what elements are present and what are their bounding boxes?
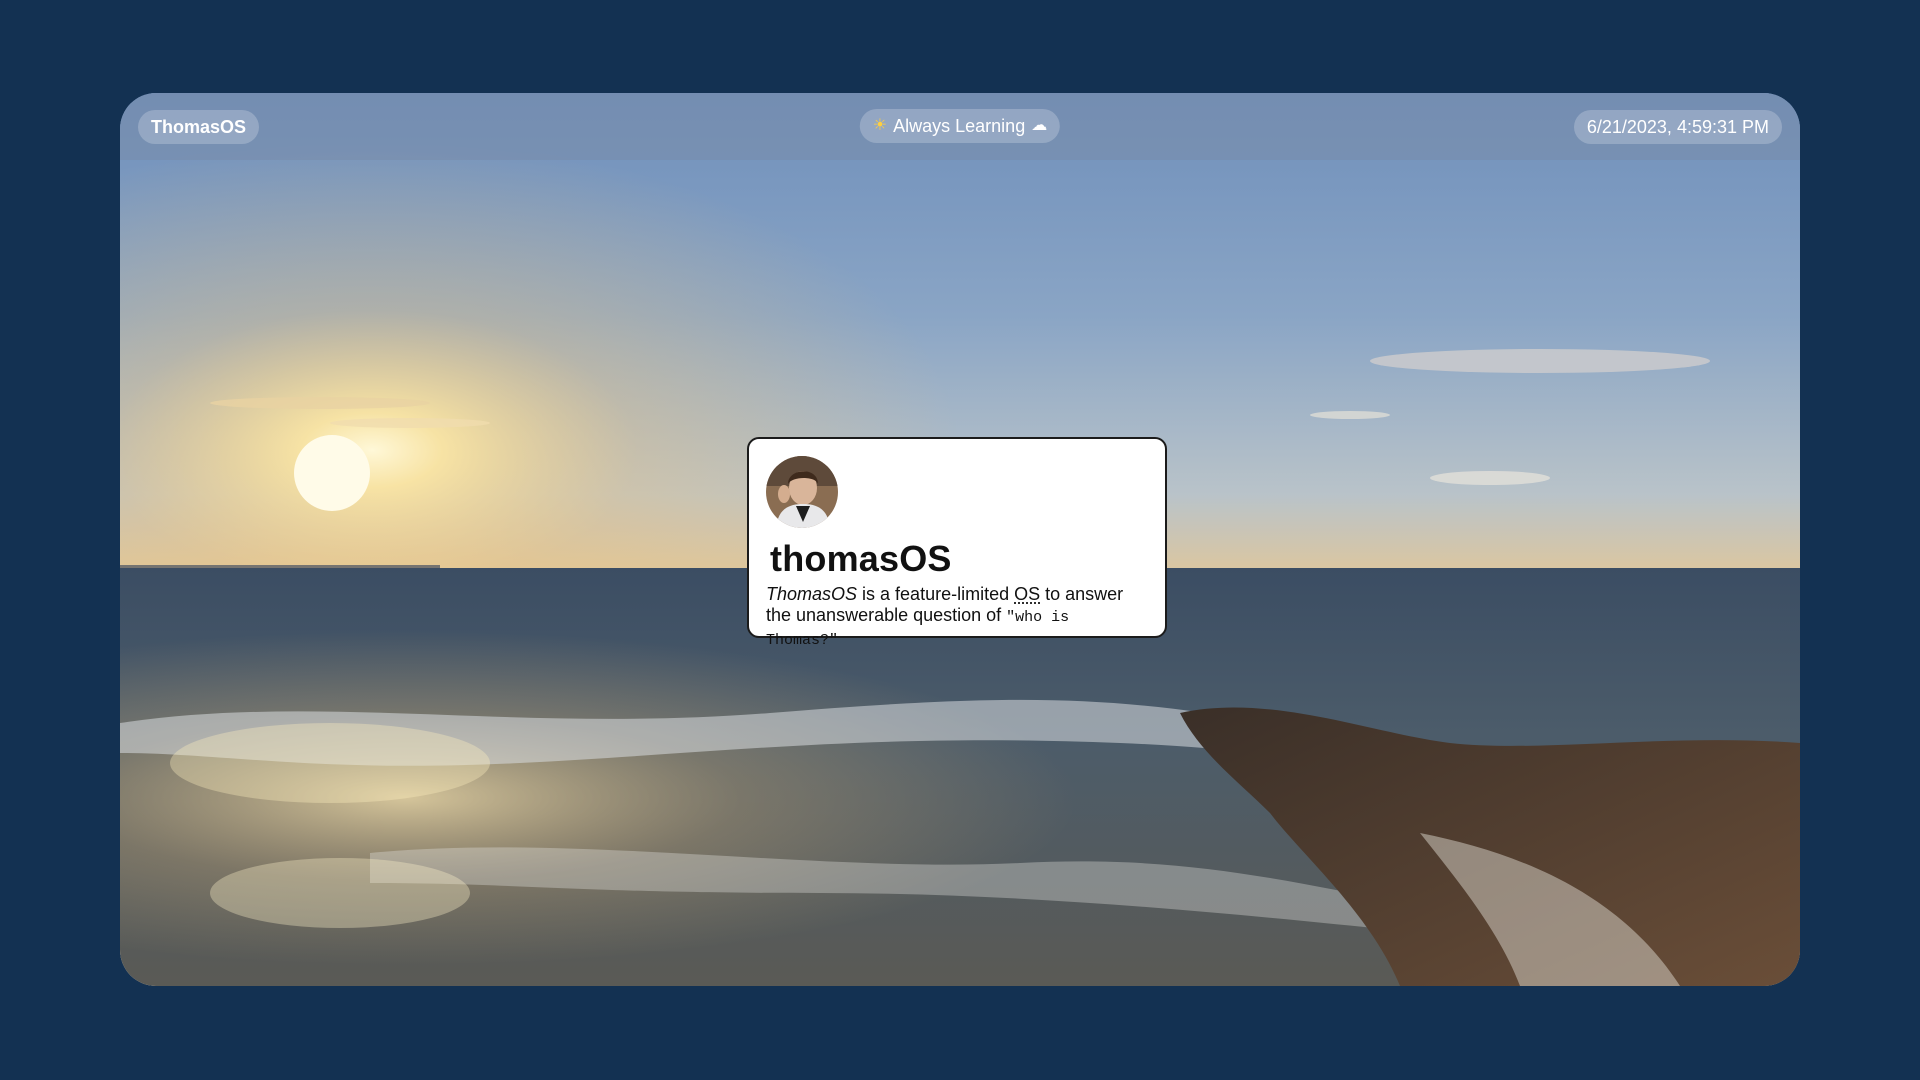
avatar xyxy=(766,456,838,528)
avatar-portrait xyxy=(766,456,838,528)
card-description: ThomasOS is a feature-limited OS to answ… xyxy=(766,584,1148,651)
status-pill[interactable]: ☀ Always Learning ☁ xyxy=(859,109,1061,143)
os-abbreviation: OS xyxy=(1014,584,1041,604)
cloud-icon: ☁ xyxy=(1031,117,1048,134)
card-title: thomasOS xyxy=(770,538,952,579)
os-brand-label[interactable]: ThomasOS xyxy=(138,109,260,144)
sun-icon: ☀ xyxy=(872,117,888,134)
status-text: Always Learning xyxy=(893,116,1026,136)
menu-bar: ThomasOS ☀ Always Learning ☁ 6/21/2023, … xyxy=(120,93,1800,160)
desktop-screen: ThomasOS ☀ Always Learning ☁ 6/21/2023, … xyxy=(120,93,1800,986)
desc-text-1: is a feature-limited xyxy=(857,584,1015,604)
clock-datetime[interactable]: 6/21/2023, 4:59:31 PM xyxy=(1573,109,1782,144)
about-card[interactable]: thomasOS ThomasOS is a feature-limited O… xyxy=(747,437,1167,649)
desc-os-name: ThomasOS xyxy=(766,584,858,604)
